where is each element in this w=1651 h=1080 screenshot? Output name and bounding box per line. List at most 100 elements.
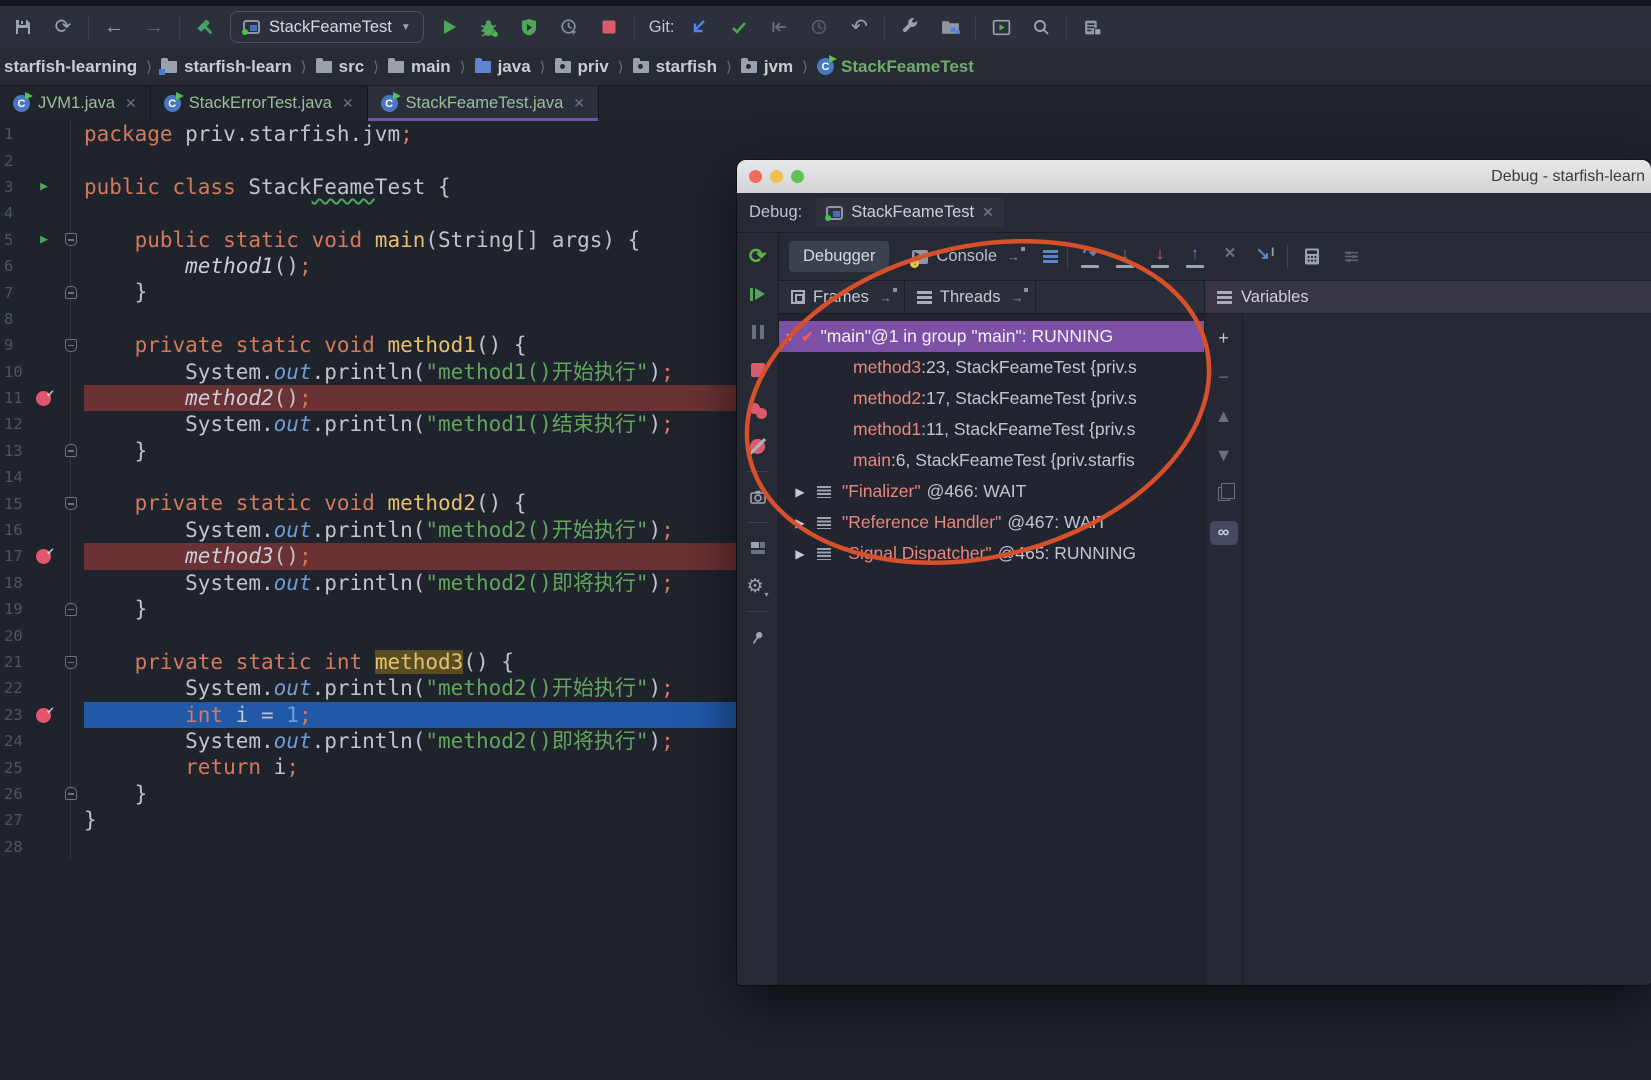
breadcrumb-item-main[interactable]: main [388,57,451,77]
step-over-button[interactable]: ↷ [1077,245,1103,269]
fold-gutter[interactable] [58,675,84,701]
fold-marker-icon[interactable] [65,656,77,669]
main-thread-row[interactable]: ▼✔"main"@1 in group "main": RUNNING [779,321,1204,352]
tab-debugger[interactable]: Debugger [789,241,889,272]
close-traffic-light[interactable] [749,170,762,183]
stack-frame-row[interactable]: method3:23, StackFeameTest {priv.s [779,352,1204,383]
run-gutter-icon[interactable]: ▶ [40,179,48,194]
breadcrumb-item-priv[interactable]: priv [555,57,609,77]
fold-marker-icon[interactable] [65,603,77,616]
fold-gutter[interactable] [58,596,84,622]
tab-close-icon[interactable]: ✕ [342,95,354,112]
expand-arrow-icon[interactable]: ▶ [789,516,811,530]
thread-row[interactable]: ▶"Finalizer"@466: WAIT [779,476,1204,507]
fold-gutter[interactable] [58,490,84,516]
event-log-icon[interactable] [1077,12,1107,42]
fold-marker-icon[interactable] [65,787,77,800]
thread-row[interactable]: ▶"Reference Handler"@467: WAIT [779,507,1204,538]
move-watch-up-button[interactable]: ▲ [1210,404,1238,428]
view-breakpoints-button[interactable] [745,395,771,421]
mute-breakpoints-button[interactable] [745,433,771,459]
project-structure-icon[interactable] [935,12,965,42]
thread-dump-camera-button[interactable] [745,484,771,510]
gutter-cell[interactable]: ▶ [30,179,58,194]
breadcrumb-item-starfish-learn[interactable]: starfish-learn [161,57,292,77]
breakpoint-icon[interactable]: ✔ [36,548,52,564]
debug-icon[interactable] [474,12,504,42]
run-gutter-icon[interactable]: ▶ [40,232,48,247]
fold-gutter[interactable] [58,385,84,411]
tab-console[interactable]: Console → [898,241,1034,272]
breadcrumb-item-java[interactable]: java [475,57,531,77]
breakpoint-icon[interactable]: ✔ [36,390,52,406]
variables-content[interactable] [1243,314,1651,985]
fold-gutter[interactable] [58,306,84,332]
tab-stackfeametest[interactable]: StackFeameTest.java ✕ [368,86,599,121]
variables-header[interactable]: Variables [1205,281,1651,314]
breakpoint-icon[interactable]: ✔ [36,707,52,723]
zoom-traffic-light[interactable] [791,170,804,183]
gutter-cell[interactable]: ✔ [30,707,58,723]
debug-session-tab[interactable]: StackFeameTest ✕ [816,198,1004,227]
code-text[interactable]: package priv.starfish.jvm; [84,121,1651,147]
breadcrumb-item-starfish[interactable]: starfish [633,57,717,77]
fold-gutter[interactable] [58,834,84,860]
minimize-traffic-light[interactable] [770,170,783,183]
show-watches-button[interactable]: ∞ [1210,521,1238,545]
fold-gutter[interactable] [58,147,84,173]
gutter-cell[interactable]: ✔ [30,548,58,564]
fold-gutter[interactable] [58,411,84,437]
drop-frame-button[interactable]: ✕ [1217,245,1243,269]
settings-filter-icon[interactable] [1336,242,1366,272]
back-icon[interactable]: ← [99,12,129,42]
remove-watch-button[interactable]: − [1210,365,1238,389]
stop-icon[interactable] [594,12,624,42]
fold-gutter[interactable] [58,702,84,728]
stack-frame-row[interactable]: main:6, StackFeameTest {priv.starfis [779,445,1204,476]
save-icon[interactable] [8,12,38,42]
expand-arrow-icon[interactable]: ▶ [789,547,811,561]
layout-options-icon[interactable] [1043,250,1058,263]
sync-icon[interactable]: ⟳ [48,12,78,42]
settings-gear-icon[interactable]: ⚙▾ [745,573,771,599]
stack-frame-row[interactable]: method2:17, StackFeameTest {priv.s [779,383,1204,414]
fold-gutter[interactable] [58,332,84,358]
fold-marker-icon[interactable] [65,339,77,352]
force-step-into-button[interactable]: ↓ [1147,245,1173,269]
build-hammer-icon[interactable] [190,12,220,42]
git-commit-icon[interactable] [724,12,754,42]
fold-gutter[interactable] [58,121,84,147]
fold-gutter[interactable] [58,438,84,464]
tab-close-icon[interactable]: ✕ [982,204,994,221]
move-watch-down-button[interactable]: ▼ [1210,443,1238,467]
tab-jvm1[interactable]: JVM1.java ✕ [0,86,151,121]
coverage-icon[interactable] [514,12,544,42]
run-icon[interactable] [434,12,464,42]
tab-close-icon[interactable]: ✕ [573,95,585,112]
breadcrumb-item-src[interactable]: src [316,57,365,77]
pause-button[interactable] [745,319,771,345]
gutter-cell[interactable]: ▶ [30,232,58,247]
debug-titlebar[interactable]: Debug - starfish-learn [737,160,1651,193]
tab-stackerrortest[interactable]: StackErrorTest.java ✕ [151,86,368,121]
fold-gutter[interactable] [58,622,84,648]
gutter-cell[interactable]: ✔ [30,390,58,406]
git-merge-icon[interactable] [764,12,794,42]
fold-gutter[interactable] [58,359,84,385]
fold-gutter[interactable] [58,227,84,253]
step-out-button[interactable]: ↑ [1182,245,1208,269]
fold-marker-icon[interactable] [65,444,77,457]
profiler-icon[interactable] [554,12,584,42]
step-into-button[interactable]: ↓ [1112,245,1138,269]
stop-button[interactable] [745,357,771,383]
fold-gutter[interactable] [58,174,84,200]
breadcrumb-item-starfish-learning[interactable]: starfish-learning [4,57,137,77]
git-rollback-icon[interactable]: ↶ [844,12,874,42]
pin-icon[interactable] [745,624,771,650]
fold-gutter[interactable] [58,543,84,569]
fold-gutter[interactable] [58,464,84,490]
breadcrumb-item-stackfeametest[interactable]: StackFeameTest [817,57,974,77]
git-history-icon[interactable] [804,12,834,42]
duplicate-watch-button[interactable] [1210,482,1238,506]
run-to-cursor-button[interactable]: ↘I [1252,245,1278,269]
